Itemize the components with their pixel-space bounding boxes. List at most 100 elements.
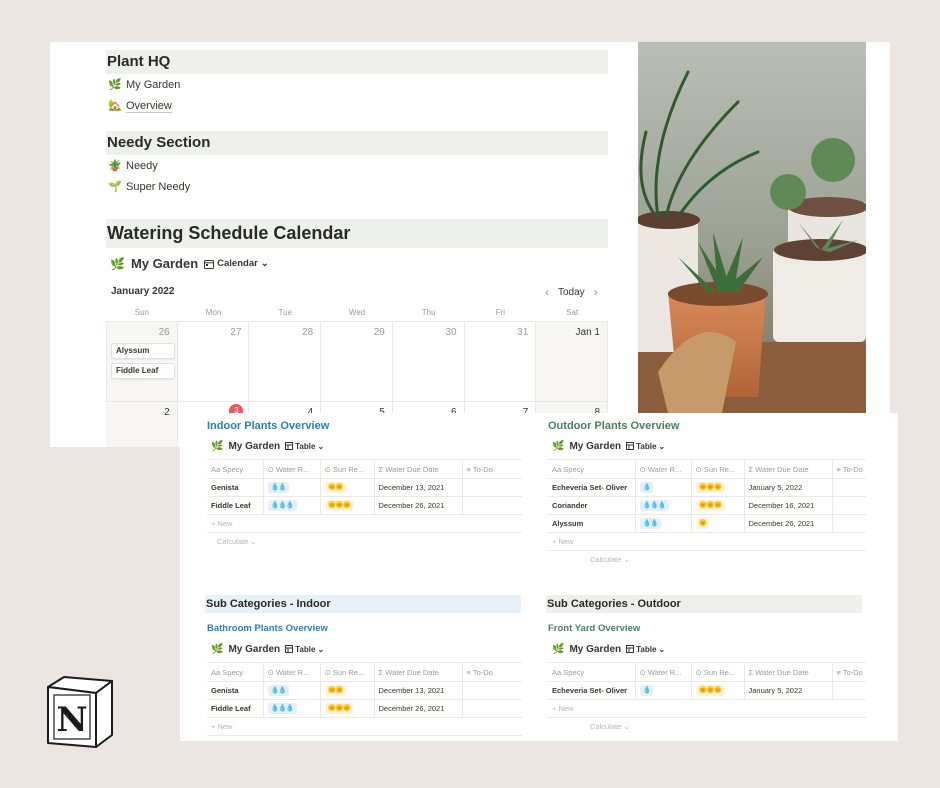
cell-sun[interactable]: 🌞	[691, 514, 745, 533]
database-title[interactable]: My Garden	[131, 256, 198, 271]
calculate-button[interactable]: Calculate ⌄	[207, 533, 522, 551]
calculate-button[interactable]: Calculate ⌄	[548, 718, 866, 736]
view-switcher[interactable]: Table ⌄	[285, 645, 324, 654]
cell-water[interactable]: 💧💧💧	[263, 699, 321, 718]
cell-due[interactable]: December 26, 2021	[744, 514, 833, 533]
calendar-day[interactable]: 27	[177, 322, 250, 402]
column-header-todo[interactable]: ≡ To-Do	[832, 459, 866, 479]
cell-sun[interactable]: 🌞🌞	[320, 681, 375, 700]
cell-todo[interactable]	[462, 681, 522, 700]
link-super-needy[interactable]: 🌱 Super Needy	[108, 180, 190, 194]
cell-water[interactable]: 💧💧	[263, 478, 321, 497]
column-header-sun[interactable]: ⊙ Sun Re...	[320, 662, 375, 682]
calendar-day[interactable]: 2	[106, 402, 178, 447]
link-my-garden[interactable]: 🌿 My Garden	[108, 78, 180, 92]
cell-specy[interactable]: Fiddle Leaf	[207, 699, 264, 718]
cell-todo[interactable]	[462, 496, 522, 515]
cell-specy[interactable]: Fiddle Leaf	[207, 496, 264, 515]
cell-todo[interactable]	[462, 699, 522, 718]
cell-due[interactable]: December 13, 2021	[374, 681, 463, 700]
cell-sun[interactable]: 🌞🌞	[320, 478, 375, 497]
column-header-specy[interactable]: Aa Specy	[207, 459, 264, 479]
column-header-todo[interactable]: ≡ To-Do	[832, 662, 866, 682]
column-header-water[interactable]: ⊙ Water R...	[263, 662, 321, 682]
chevron-left-icon[interactable]: ‹	[545, 285, 549, 299]
cell-specy[interactable]: Echeveria Set- Oliver	[548, 681, 636, 700]
table-title[interactable]: Front Yard Overview	[548, 620, 866, 638]
cell-todo[interactable]	[462, 478, 522, 497]
cell-sun[interactable]: 🌞🌞🌞	[320, 699, 375, 718]
cell-todo[interactable]	[832, 514, 866, 533]
table-row[interactable]: Genista 💧💧 🌞🌞 December 13, 2021	[207, 681, 522, 700]
table-row[interactable]: Alyssum 💧💧 🌞 December 26, 2021	[548, 514, 866, 533]
new-row-button[interactable]: + New	[207, 718, 522, 736]
cell-sun[interactable]: 🌞🌞🌞	[691, 496, 745, 515]
cell-due[interactable]: January 5, 2022	[744, 681, 833, 700]
calendar-day[interactable]: 31	[464, 322, 537, 402]
database-title[interactable]: My Garden	[569, 441, 621, 452]
link-overview[interactable]: 🏡 Overview	[108, 99, 172, 113]
column-header-sun[interactable]: ⊙ Sun Re...	[691, 662, 745, 682]
column-header-todo[interactable]: ≡ To-Do	[462, 662, 522, 682]
cell-water[interactable]: 💧💧💧	[635, 496, 692, 515]
column-header-todo[interactable]: ≡ To-Do	[462, 459, 522, 479]
column-header-water[interactable]: ⊙ Water R...	[635, 459, 692, 479]
today-button[interactable]: Today	[558, 287, 585, 298]
new-row-button[interactable]: + New	[548, 533, 866, 551]
cell-water[interactable]: 💧	[635, 681, 692, 700]
table-title[interactable]: Bathroom Plants Overview	[207, 620, 522, 638]
cell-todo[interactable]	[832, 681, 866, 700]
cell-specy[interactable]: Alyssum	[548, 514, 636, 533]
table-row[interactable]: Fiddle Leaf 💧💧💧 🌞🌞🌞 December 26, 2021	[207, 496, 522, 515]
table-title[interactable]: Outdoor Plants Overview	[548, 417, 866, 435]
chevron-right-icon[interactable]: ›	[594, 285, 598, 299]
column-header-specy[interactable]: Aa Specy	[207, 662, 264, 682]
cell-water[interactable]: 💧💧	[263, 681, 321, 700]
cell-specy[interactable]: Genista	[207, 681, 264, 700]
database-title[interactable]: My Garden	[228, 441, 280, 452]
cell-sun[interactable]: 🌞🌞🌞	[691, 478, 745, 497]
table-title[interactable]: Indoor Plants Overview	[207, 417, 522, 435]
column-header-due[interactable]: Σ Water Due Date	[374, 459, 463, 479]
cell-due[interactable]: December 13, 2021	[374, 478, 463, 497]
cell-due[interactable]: December 26, 2021	[374, 699, 463, 718]
table-row[interactable]: Echeveria Set- Oliver 💧 🌞🌞🌞 January 5, 2…	[548, 478, 866, 497]
column-header-specy[interactable]: Aa Specy	[548, 459, 636, 479]
calculate-button[interactable]: Calculate ⌄	[548, 551, 866, 569]
column-header-specy[interactable]: Aa Specy	[548, 662, 636, 682]
column-header-due[interactable]: Σ Water Due Date	[744, 662, 833, 682]
cell-water[interactable]: 💧💧	[635, 514, 692, 533]
table-row[interactable]: Echeveria Set- Oliver 💧 🌞🌞🌞 January 5, 2…	[548, 681, 866, 700]
calendar-day[interactable]: 28	[249, 322, 322, 402]
cell-specy[interactable]: Genista	[207, 478, 264, 497]
view-switcher[interactable]: Table ⌄	[626, 645, 665, 654]
cell-due[interactable]: January 5, 2022	[744, 478, 833, 497]
column-header-water[interactable]: ⊙ Water R...	[263, 459, 321, 479]
view-switcher[interactable]: Table ⌄	[626, 442, 665, 451]
column-header-due[interactable]: Σ Water Due Date	[374, 662, 463, 682]
new-row-button[interactable]: + New	[548, 700, 866, 718]
table-row[interactable]: Coriander 💧💧💧 🌞🌞🌞 December 16, 2021	[548, 496, 866, 515]
cell-todo[interactable]	[832, 478, 866, 497]
calendar-day[interactable]: 30	[392, 322, 465, 402]
calendar-day[interactable]: 26 Alyssum Fiddle Leaf	[106, 322, 178, 402]
cell-sun[interactable]: 🌞🌞🌞	[320, 496, 375, 515]
cell-specy[interactable]: Coriander	[548, 496, 636, 515]
database-title[interactable]: My Garden	[569, 644, 621, 655]
column-header-due[interactable]: Σ Water Due Date	[744, 459, 833, 479]
database-title[interactable]: My Garden	[228, 644, 280, 655]
calendar-day[interactable]: Jan 1	[536, 322, 608, 402]
view-switcher[interactable]: Calendar ⌄	[204, 258, 269, 269]
cell-specy[interactable]: Echeveria Set- Oliver	[548, 478, 636, 497]
column-header-sun[interactable]: ⊙ Sun Re...	[320, 459, 375, 479]
cell-water[interactable]: 💧💧💧	[263, 496, 321, 515]
calendar-event[interactable]: Alyssum	[111, 343, 175, 359]
calendar-event[interactable]: Fiddle Leaf	[111, 363, 175, 379]
new-row-button[interactable]: + New	[207, 515, 522, 533]
table-row[interactable]: Fiddle Leaf 💧💧💧 🌞🌞🌞 December 26, 2021	[207, 699, 522, 718]
cell-sun[interactable]: 🌞🌞🌞	[691, 681, 745, 700]
cell-todo[interactable]	[832, 496, 866, 515]
link-needy[interactable]: 🪴 Needy	[108, 159, 158, 173]
calendar-day[interactable]: 29	[321, 322, 393, 402]
cell-water[interactable]: 💧	[635, 478, 692, 497]
